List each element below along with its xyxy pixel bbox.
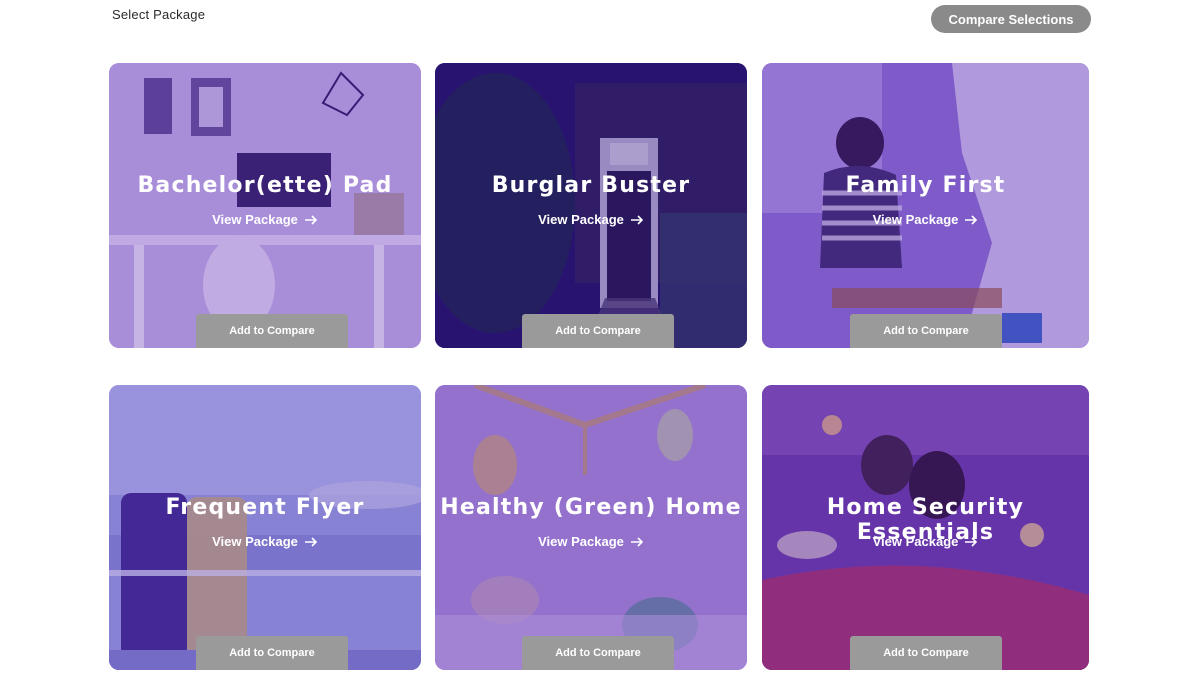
- color-overlay: [109, 385, 421, 670]
- view-package-link[interactable]: View Package: [435, 534, 747, 549]
- view-package-label: View Package: [212, 212, 298, 227]
- view-package-link[interactable]: View Package: [762, 534, 1089, 549]
- color-overlay: [109, 63, 421, 348]
- add-to-compare-button[interactable]: Add to Compare: [196, 636, 348, 670]
- add-to-compare-button[interactable]: Add to Compare: [196, 314, 348, 348]
- page-title: Select Package: [112, 7, 206, 22]
- color-overlay: [435, 63, 747, 348]
- package-card-family-first: Family First View Package Add to Compare: [762, 63, 1089, 348]
- color-overlay: [762, 63, 1089, 348]
- view-package-link[interactable]: View Package: [109, 212, 421, 227]
- package-title: Frequent Flyer: [165, 495, 365, 520]
- view-package-label: View Package: [538, 212, 624, 227]
- package-title: Family First: [845, 173, 1006, 198]
- view-package-label: View Package: [538, 534, 624, 549]
- add-to-compare-button[interactable]: Add to Compare: [850, 636, 1002, 670]
- arrow-right-icon: [965, 536, 978, 547]
- color-overlay: [435, 385, 747, 670]
- arrow-right-icon: [630, 214, 644, 225]
- package-card-burglar-buster: Burglar Buster View Package Add to Compa…: [435, 63, 747, 348]
- add-to-compare-button[interactable]: Add to Compare: [850, 314, 1002, 348]
- package-card-frequent-flyer: Frequent Flyer View Package Add to Compa…: [109, 385, 421, 670]
- arrow-right-icon: [965, 214, 978, 225]
- view-package-link[interactable]: View Package: [109, 534, 421, 549]
- arrow-right-icon: [304, 214, 318, 225]
- view-package-label: View Package: [212, 534, 298, 549]
- package-title: Bachelor(ette) Pad: [137, 173, 393, 198]
- package-title: Healthy (Green) Home: [440, 495, 742, 520]
- view-package-label: View Package: [872, 534, 959, 549]
- compare-selections-button[interactable]: Compare Selections: [931, 5, 1091, 33]
- package-card-healthy-green-home: Healthy (Green) Home View Package Add to…: [435, 385, 747, 670]
- package-title: Burglar Buster: [491, 173, 691, 198]
- view-package-link[interactable]: View Package: [762, 212, 1089, 227]
- arrow-right-icon: [304, 536, 318, 547]
- package-card-home-security-essentials: Home Security Essentials View Package Ad…: [762, 385, 1089, 670]
- arrow-right-icon: [630, 536, 644, 547]
- view-package-label: View Package: [872, 212, 959, 227]
- view-package-link[interactable]: View Package: [435, 212, 747, 227]
- package-card-bachelorette-pad: Bachelor(ette) Pad View Package Add to C…: [109, 63, 421, 348]
- add-to-compare-button[interactable]: Add to Compare: [522, 314, 674, 348]
- add-to-compare-button[interactable]: Add to Compare: [522, 636, 674, 670]
